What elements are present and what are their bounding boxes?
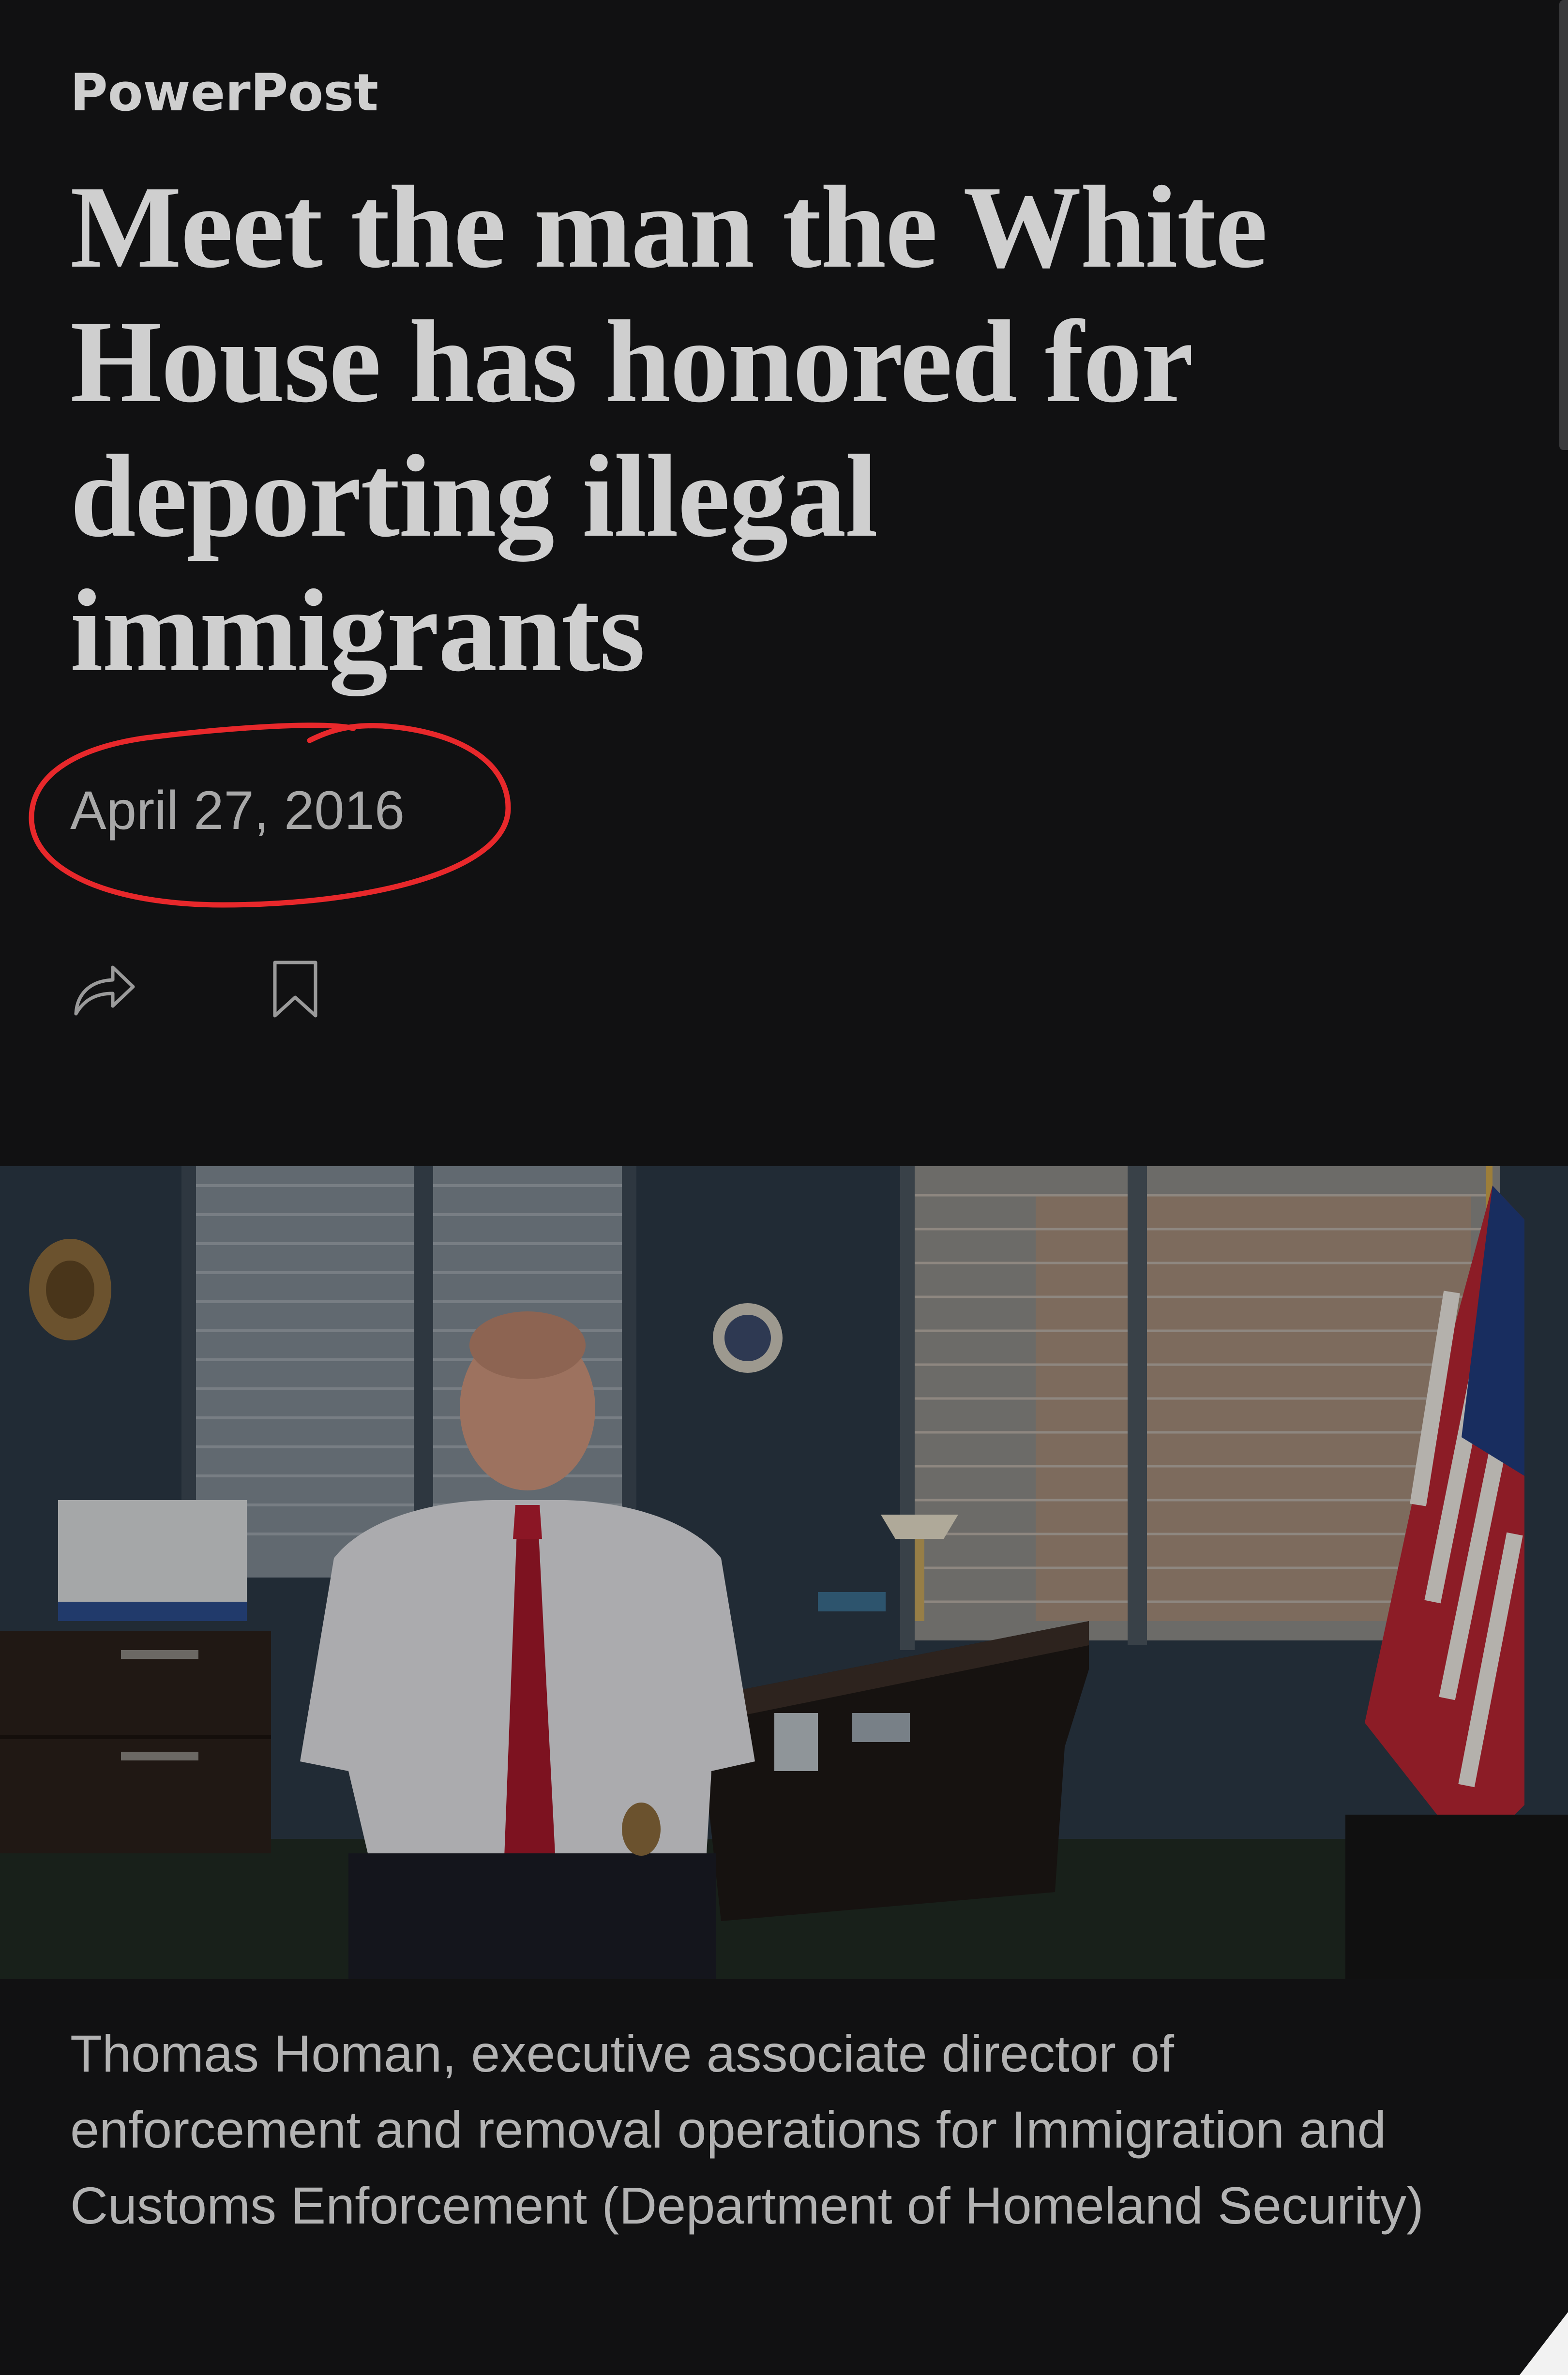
share-arrow-icon bbox=[74, 965, 135, 1016]
bookmark-button[interactable] bbox=[261, 956, 329, 1023]
publish-date: April 27, 2016 bbox=[70, 780, 405, 841]
share-button[interactable] bbox=[70, 956, 138, 1023]
article-headline: Meet the man the White House has honored… bbox=[70, 162, 1267, 696]
page-corner-curl bbox=[1520, 2312, 1568, 2375]
section-label[interactable]: PowerPost bbox=[70, 63, 378, 122]
article-actions bbox=[70, 956, 409, 1028]
office-portrait-image bbox=[0, 1166, 1568, 1979]
article-photo bbox=[0, 1166, 1568, 1979]
bookmark-icon bbox=[273, 961, 317, 1018]
scrollbar-thumb[interactable] bbox=[1559, 0, 1568, 450]
photo-caption: Thomas Homan, executive associate direct… bbox=[70, 2024, 1424, 2235]
